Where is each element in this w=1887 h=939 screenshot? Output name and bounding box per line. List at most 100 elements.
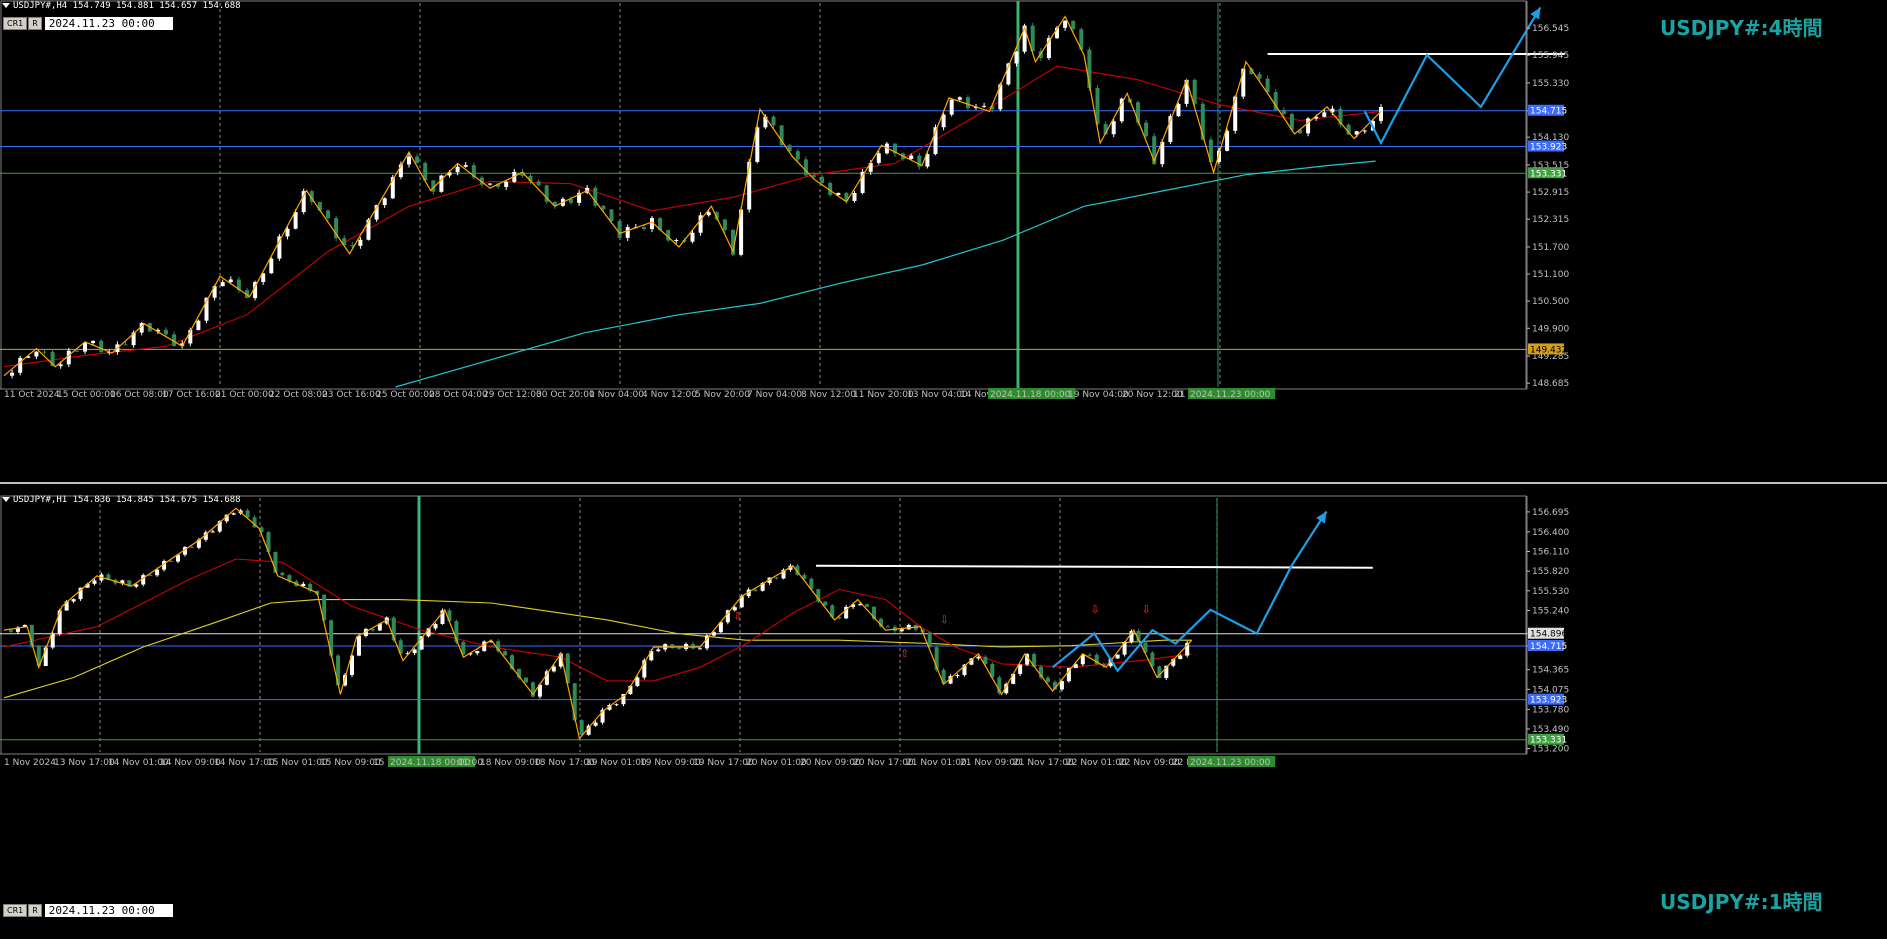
candle-body [83,343,87,352]
h4-chart-pane[interactable]: 156.545 155.945 155.330 154.130 153.515 152.9… [0,0,1887,482]
candle-body [475,651,480,654]
h1-chart[interactable]: ⇩ ⇩ ⇩ ⇩ ⇧ 156.695 156.400 156.110 155.820 155.530… [0,484,1887,939]
x-tick-label: 1 Nov 04:00 [589,390,644,400]
candle-body [698,648,702,650]
x-tick-label: 14 Nov 09:00 [160,758,221,768]
candle-body [674,240,679,242]
candle-body [504,181,509,187]
candle-body [66,350,71,365]
candle-body [1059,681,1064,690]
x-tick-label: 19 Nov 17:00 [693,758,754,768]
candle-body [1225,130,1230,151]
candle-body [245,510,250,518]
h1-header: USDJPY#,H1 154.836 154.845 154.675 154.6… [2,495,241,505]
x-tick-label: 2024.11.23 00:00 [1190,758,1271,768]
x-tick-label: 22 Nov 01:00 [1066,758,1127,768]
h1-r-button[interactable]: R [28,904,42,917]
y-tick-label: 152.315 [1532,215,1569,225]
candle-body [982,105,987,107]
x-tick-label: 21 Nov 01:00 [906,758,967,768]
h4-title: USDJPY#:4時間 [1660,16,1823,40]
candle-body [641,227,646,230]
x-tick-label: 19 Nov 09:00 [640,758,701,768]
y-tick-label: 153.780 [1532,705,1569,715]
x-tick-label: 20 Nov 09:00 [800,758,861,768]
h4-date-box[interactable]: 2024.11.23 00:00 [44,17,173,30]
x-tick-label: 22 Oct 08:00 [269,390,328,400]
x-tick-label: 14 Nov 17:00 [214,758,275,768]
h1-title: USDJPY#:1時間 [1660,890,1823,914]
collapse-triangle-icon[interactable] [2,497,10,502]
x-tick-label: 22 Nov 09:00 [1119,758,1180,768]
candle-body [503,651,508,656]
x-tick-label: 29 Oct 12:00 [483,390,542,400]
candle-body [1014,51,1019,64]
h4-header-text: USDJPY#,H4 154.749 154.881 154.657 154.6… [13,1,241,11]
candle-body [231,513,236,515]
y-tick-label: 156.545 [1532,24,1569,34]
candle-body [865,604,870,607]
candle-body [1192,79,1197,104]
candle-body [1362,130,1367,132]
y-tick-label: 154.365 [1532,666,1569,676]
candle-body [795,151,800,160]
y-tick-label: 150.500 [1532,297,1569,307]
candle-body [601,205,606,210]
y-tick-label: 153.200 [1532,745,1569,755]
collapse-triangle-icon[interactable] [2,3,10,8]
x-tick-label: 7 Nov 04:00 [747,390,802,400]
x-tick-label: 13 Nov 17:00 [54,758,115,768]
candle-body [625,227,630,238]
h1-cr1-button[interactable]: CR1 [3,904,28,917]
x-tick-label: 17 Oct 16:00 [162,390,221,400]
candle-body [164,329,168,335]
price-tag-label: 154.896 [1530,630,1567,640]
candle-body [1111,121,1116,135]
h1-date-box[interactable]: 2024.11.23 00:00 [44,904,173,917]
candle-body [690,232,695,242]
x-tick-label: 21 Nov 17:00 [1013,758,1074,768]
candle-body [356,635,361,656]
candle-body [812,175,816,177]
x-tick-label: 2024.11.23 00:00 [1190,390,1271,400]
candle-body [1071,20,1076,30]
x-tick-label: 5 Nov 20:00 [695,390,750,400]
candle-body [220,282,225,287]
candle-body [189,547,194,549]
candle-body [123,344,128,346]
candle-body [909,155,914,160]
x-tick-label: 25 Oct 00:00 [376,390,435,400]
ma-cyan-line [395,160,1376,388]
forecast-line [1051,510,1328,673]
candle-body [524,677,528,683]
x-tick-label: 15 Nov 09:00 [320,758,381,768]
candle-body [1087,654,1092,656]
candle-body [579,720,584,735]
y-tick-label: 156.695 [1532,508,1569,518]
h1-chart-pane[interactable]: ⇩ ⇩ ⇩ ⇩ ⇧ 156.695 156.400 156.110 155.820 155.530… [0,484,1887,939]
candle-body [301,191,306,213]
x-tick-label: 15 Nov 01:00 [267,758,328,768]
down-arrow-icon: ⇩ [1090,603,1099,616]
candle-body [771,116,776,126]
h4-cr1-button[interactable]: CR1 [3,17,28,30]
h4-chart[interactable]: 156.545155.945155.330154.130153.515152.9… [0,0,1887,482]
y-tick-label: 156.110 [1532,548,1569,558]
x-tick-label: 8 Nov 12:00 [801,390,856,400]
candle-body [10,372,15,376]
candle-body [635,677,640,686]
candle-body [876,153,881,163]
price-tag-label: 153.331 [1530,169,1567,179]
candle-body [955,675,960,677]
candle-body [99,340,104,353]
candle-body [949,99,954,115]
y-tick-label: 155.530 [1532,587,1569,597]
candle-body [1306,118,1311,134]
candle-body [1176,103,1181,117]
x-tick-label: 16 Oct 08:00 [110,390,169,400]
resistance-line [815,564,1373,569]
h1-header-text: USDJPY#,H1 154.836 154.845 154.675 154.6… [13,495,241,505]
candle-body [407,156,411,165]
h4-r-button[interactable]: R [28,17,42,30]
down-arrow-icon: ⇩ [940,613,949,626]
